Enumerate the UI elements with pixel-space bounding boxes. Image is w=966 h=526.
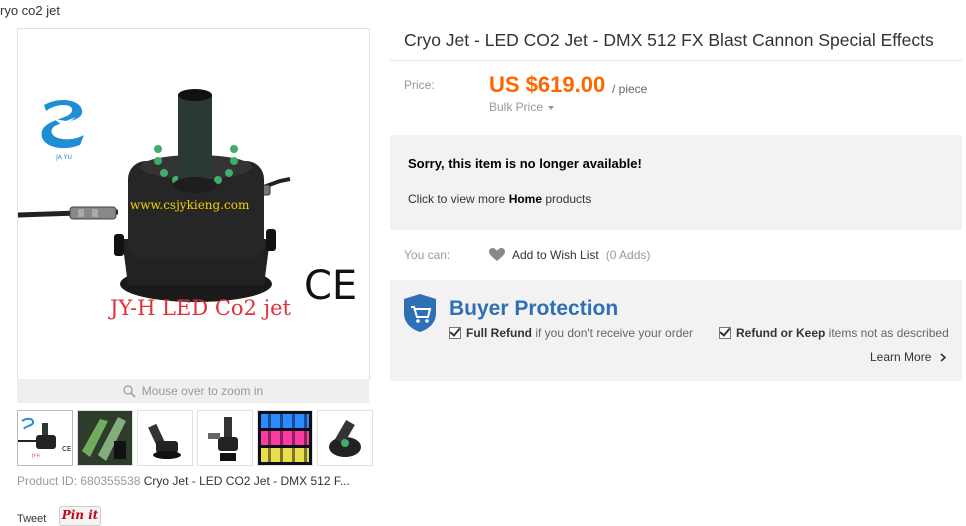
zoom-hint-text: Mouse over to zoom in: [141, 384, 264, 398]
product-id-label: Product ID: 680355538: [17, 474, 141, 488]
led-color-grid-thumb-icon: [258, 411, 312, 465]
view-more-link[interactable]: Click to view more Home products: [408, 192, 591, 206]
you-can-label: You can:: [404, 248, 451, 262]
view-more-prefix: Click to view more: [408, 192, 509, 206]
shield-cart-icon: [404, 294, 436, 332]
svg-text:CE: CE: [62, 445, 71, 453]
breadcrumb[interactable]: ryo co2 jet: [0, 3, 60, 18]
main-product-image[interactable]: JA YU CE www.csjykieng.com JY-H LED Co2 …: [17, 28, 370, 380]
full-refund-item: Full Refund if you don't receive your or…: [449, 326, 693, 340]
learn-more-link[interactable]: Learn More: [870, 350, 947, 364]
jet-clamp-thumb-icon: [208, 417, 238, 461]
ce-mark: CE: [304, 263, 357, 309]
caret-down-icon: [548, 105, 555, 110]
thumbnail-strip: CE JY-H: [17, 410, 373, 466]
buyer-protection-title: Buyer Protection: [449, 297, 619, 320]
chevron-right-icon: [940, 353, 946, 362]
thumbnail-4[interactable]: [197, 410, 253, 466]
brand-logo: JA YU: [41, 99, 84, 161]
thumbnail-3[interactable]: [137, 410, 193, 466]
price-label: Price:: [404, 78, 435, 92]
unavailable-notice: Sorry, this item is no longer available!…: [390, 135, 962, 230]
zoom-hint-bar: Mouse over to zoom in: [17, 379, 369, 403]
checkbox-check-icon: [449, 327, 461, 339]
thumbnail-5[interactable]: [257, 410, 313, 466]
refund-or-keep-item: Refund or Keep items not as described: [719, 326, 949, 340]
bulk-price-label: Bulk Price: [489, 100, 544, 114]
view-more-suffix: products: [542, 192, 592, 206]
title-divider: [390, 60, 962, 61]
add-to-wishlist[interactable]: Add to Wish List (0 Adds): [489, 248, 650, 262]
refund-or-keep-label: Refund or Keep: [736, 326, 826, 340]
learn-more-label: Learn More: [870, 350, 932, 364]
jet-top-view-thumb-icon: [329, 419, 361, 457]
image-caption: JY-H LED Co2 jet: [108, 296, 292, 320]
product-id-title: Cryo Jet - LED CO2 Jet - DMX 512 F...: [143, 474, 350, 488]
product-title: Cryo Jet - LED CO2 Jet - DMX 512 FX Blas…: [404, 30, 934, 50]
thumbnail-1[interactable]: CE JY-H: [17, 410, 73, 466]
wishlist-action[interactable]: Add to Wish List: [512, 248, 599, 262]
checkbox-check-icon: [719, 327, 731, 339]
svg-text:JA YU: JA YU: [55, 154, 72, 161]
price-unit: / piece: [612, 82, 648, 96]
full-refund-label: Full Refund: [466, 326, 532, 340]
pinit-button[interactable]: Pin it: [59, 506, 101, 526]
jet-side-view-thumb-icon: [148, 423, 181, 459]
led-jet-beams-thumb-icon: [78, 411, 132, 465]
price-value: US $619.00: [489, 72, 606, 97]
buyer-protection-panel: Buyer Protection Full Refund if you don'…: [390, 280, 962, 381]
refund-or-keep-text: items not as described: [825, 326, 949, 340]
notice-heading: Sorry, this item is no longer available!: [408, 156, 642, 171]
bulk-price-dropdown[interactable]: Bulk Price: [489, 100, 555, 114]
thumbnail-2[interactable]: [77, 410, 133, 466]
co2-jet-thumb-icon: CE JY-H: [18, 417, 71, 458]
thumbnail-6[interactable]: [317, 410, 373, 466]
image-watermark: www.csjykieng.com: [130, 198, 250, 212]
magnifier-icon: [122, 384, 136, 398]
heart-icon: [489, 248, 505, 261]
svg-text:JY-H: JY-H: [31, 453, 40, 458]
wishlist-count: (0 Adds): [605, 248, 651, 262]
co2-jet-illustration: JA YU CE www.csjykieng.com JY-H LED Co2 …: [18, 89, 357, 320]
product-id: Product ID: 680355538 Cryo Jet - LED CO2…: [17, 474, 350, 488]
tweet-button[interactable]: Tweet: [17, 513, 46, 525]
view-more-category[interactable]: Home: [509, 192, 542, 206]
full-refund-text: if you don't receive your order: [532, 326, 694, 340]
